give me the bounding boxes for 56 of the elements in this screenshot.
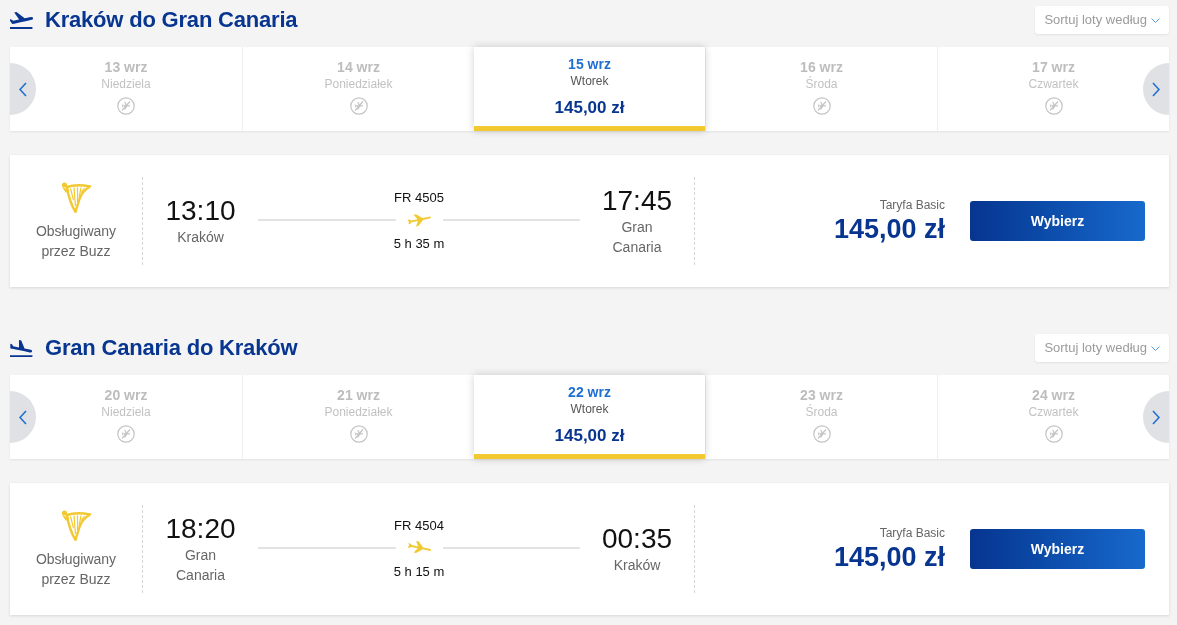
no-flights-icon xyxy=(812,425,831,443)
plane-landing-icon xyxy=(10,339,33,357)
flight-number: FR 4504 xyxy=(394,517,444,535)
departure-time: 18:20 xyxy=(165,513,236,545)
operator-label: Obsługiwany przez Buzz xyxy=(34,550,118,589)
chevron-down-icon xyxy=(1151,345,1160,351)
harp-icon xyxy=(60,181,92,213)
next-dates-button[interactable] xyxy=(1143,391,1169,443)
no-flights-icon xyxy=(117,425,135,443)
fare-price: 145,00 zł xyxy=(833,541,945,573)
chevron-left-icon xyxy=(19,409,27,425)
operator-label: Obsługiwany przez Buzz xyxy=(34,222,118,261)
arrival-time: 00:35 xyxy=(601,523,673,555)
date-tab[interactable]: 13 wrz Niedziela xyxy=(36,47,242,131)
no-flights-icon xyxy=(1044,425,1063,443)
flight-duration: 5 h 15 m xyxy=(393,563,445,581)
fare-price: 145,00 zł xyxy=(833,213,945,245)
previous-dates-button[interactable] xyxy=(10,63,36,115)
harp-icon xyxy=(60,509,92,541)
no-flights-icon xyxy=(1044,97,1063,115)
airplane-icon xyxy=(405,541,433,555)
chevron-down-icon xyxy=(1151,17,1160,23)
route-title: Gran Canaria do Kraków xyxy=(45,334,298,362)
date-tab[interactable]: 22 wrz Wtorek 145,00 zł xyxy=(474,375,705,459)
chevron-left-icon xyxy=(19,81,27,97)
date-tab[interactable]: 17 wrz Czwartek xyxy=(937,47,1143,131)
next-dates-button[interactable] xyxy=(1143,63,1169,115)
departure-time: 13:10 xyxy=(165,195,236,227)
departure-city: Gran Canaria xyxy=(175,546,226,585)
no-flights-icon xyxy=(117,97,135,115)
previous-dates-button[interactable] xyxy=(10,391,36,443)
no-flights-icon xyxy=(812,97,831,115)
date-tab[interactable]: 24 wrz Czwartek xyxy=(937,375,1143,459)
arrival-time: 17:45 xyxy=(601,185,673,217)
date-tab[interactable]: 16 wrz Środa xyxy=(705,47,937,131)
chevron-right-icon xyxy=(1152,81,1160,97)
fare-label: Taryfa Basic xyxy=(879,197,945,213)
chevron-right-icon xyxy=(1152,409,1160,425)
departure-city: Kraków xyxy=(176,228,225,247)
plane-takeoff-icon xyxy=(10,11,33,29)
date-tab[interactable]: 23 wrz Środa xyxy=(705,375,937,459)
select-button[interactable]: Wybierz xyxy=(970,529,1145,569)
date-tab[interactable]: 20 wrz Niedziela xyxy=(36,375,242,459)
flight-number: FR 4505 xyxy=(394,189,444,207)
arrival-city: Gran Canaria xyxy=(611,218,663,257)
no-flights-icon xyxy=(349,425,368,443)
flight-duration: 5 h 35 m xyxy=(393,235,445,253)
date-tab[interactable]: 15 wrz Wtorek 145,00 zł xyxy=(474,47,705,131)
sort-dropdown[interactable]: Sortuj loty według xyxy=(1035,6,1169,34)
arrival-city: Kraków xyxy=(612,556,662,575)
no-flights-icon xyxy=(349,97,368,115)
sort-dropdown[interactable]: Sortuj loty według xyxy=(1035,334,1169,362)
select-button[interactable]: Wybierz xyxy=(970,201,1145,241)
route-title: Kraków do Gran Canaria xyxy=(45,6,298,34)
airplane-icon xyxy=(405,213,433,227)
fare-label: Taryfa Basic xyxy=(879,525,945,541)
